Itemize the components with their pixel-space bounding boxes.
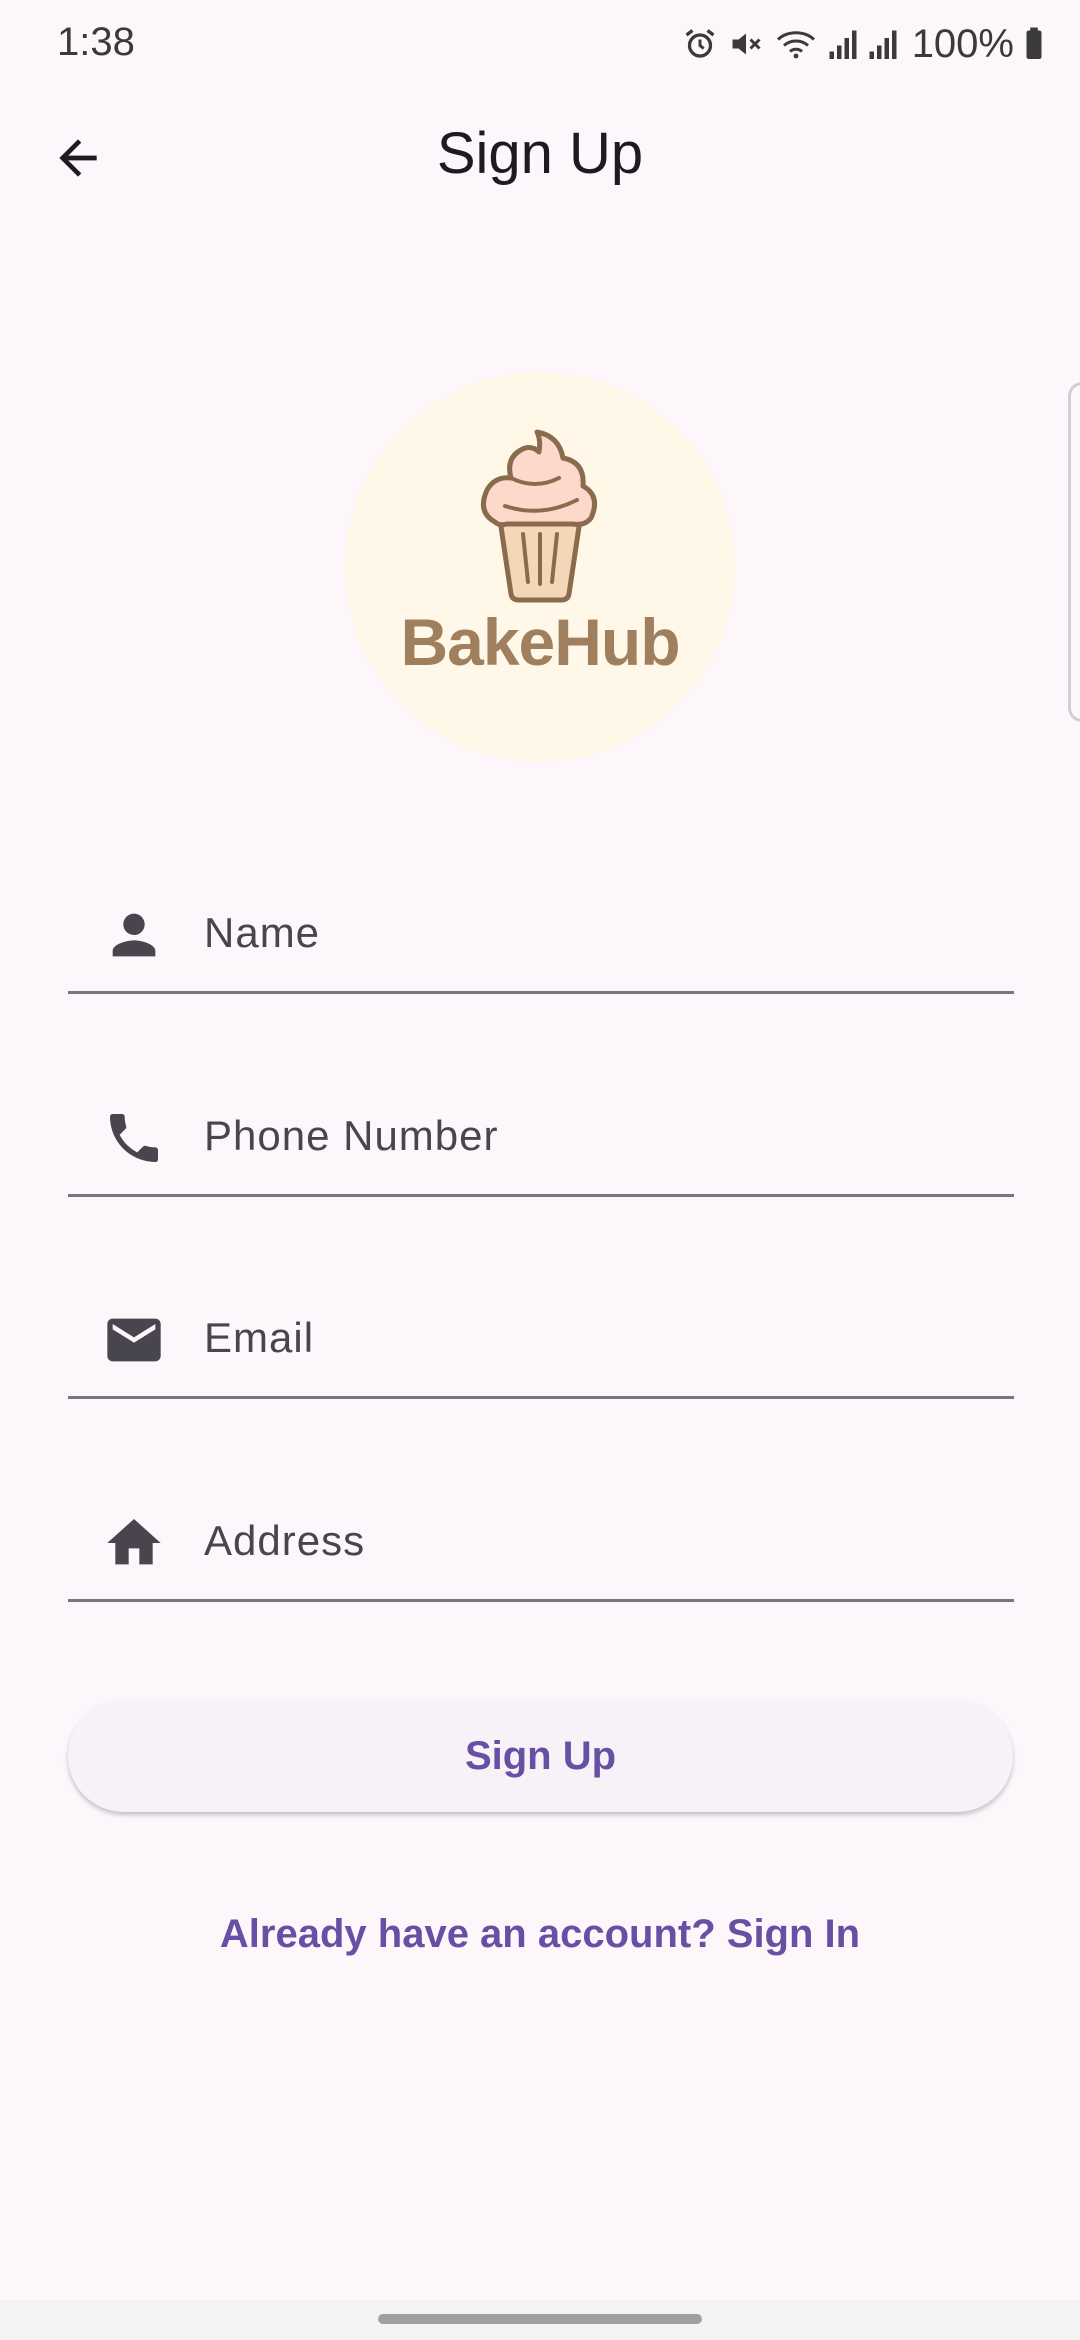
mute-icon	[728, 26, 764, 62]
address-field[interactable]	[68, 1475, 1014, 1602]
person-icon	[102, 903, 166, 967]
email-field[interactable]	[68, 1272, 1014, 1399]
email-input[interactable]	[204, 1300, 984, 1376]
mail-icon	[102, 1308, 166, 1372]
home-indicator[interactable]	[378, 2314, 702, 2324]
edge-panel-handle[interactable]	[1068, 382, 1080, 722]
app-bar: Sign Up	[0, 100, 1080, 220]
bakehub-logo: BakeHub	[345, 372, 735, 762]
logo-text: BakeHub	[400, 605, 680, 679]
sign-in-link[interactable]: Already have an account? Sign In	[0, 1912, 1080, 1957]
battery-percent: 100%	[911, 21, 1014, 66]
signal-icon	[868, 26, 898, 62]
wifi-icon	[774, 26, 818, 62]
sign-up-button[interactable]: Sign Up	[68, 1700, 1013, 1812]
battery-icon	[1024, 26, 1044, 62]
status-icons: 100%	[682, 18, 1044, 70]
page-title: Sign Up	[436, 121, 644, 186]
address-input[interactable]	[204, 1503, 984, 1579]
phone-field[interactable]	[68, 1070, 1014, 1197]
status-bar: 1:38 100%	[0, 0, 1080, 90]
home-icon	[102, 1511, 166, 1575]
name-input[interactable]	[204, 895, 984, 971]
signal-icon	[828, 26, 858, 62]
phone-input[interactable]	[204, 1098, 984, 1174]
alarm-icon	[682, 26, 718, 62]
status-time: 1:38	[57, 20, 135, 64]
navigation-bar	[0, 2300, 1080, 2340]
cupcake-icon	[480, 429, 598, 603]
phone-icon	[102, 1106, 166, 1170]
name-field[interactable]	[68, 867, 1014, 994]
